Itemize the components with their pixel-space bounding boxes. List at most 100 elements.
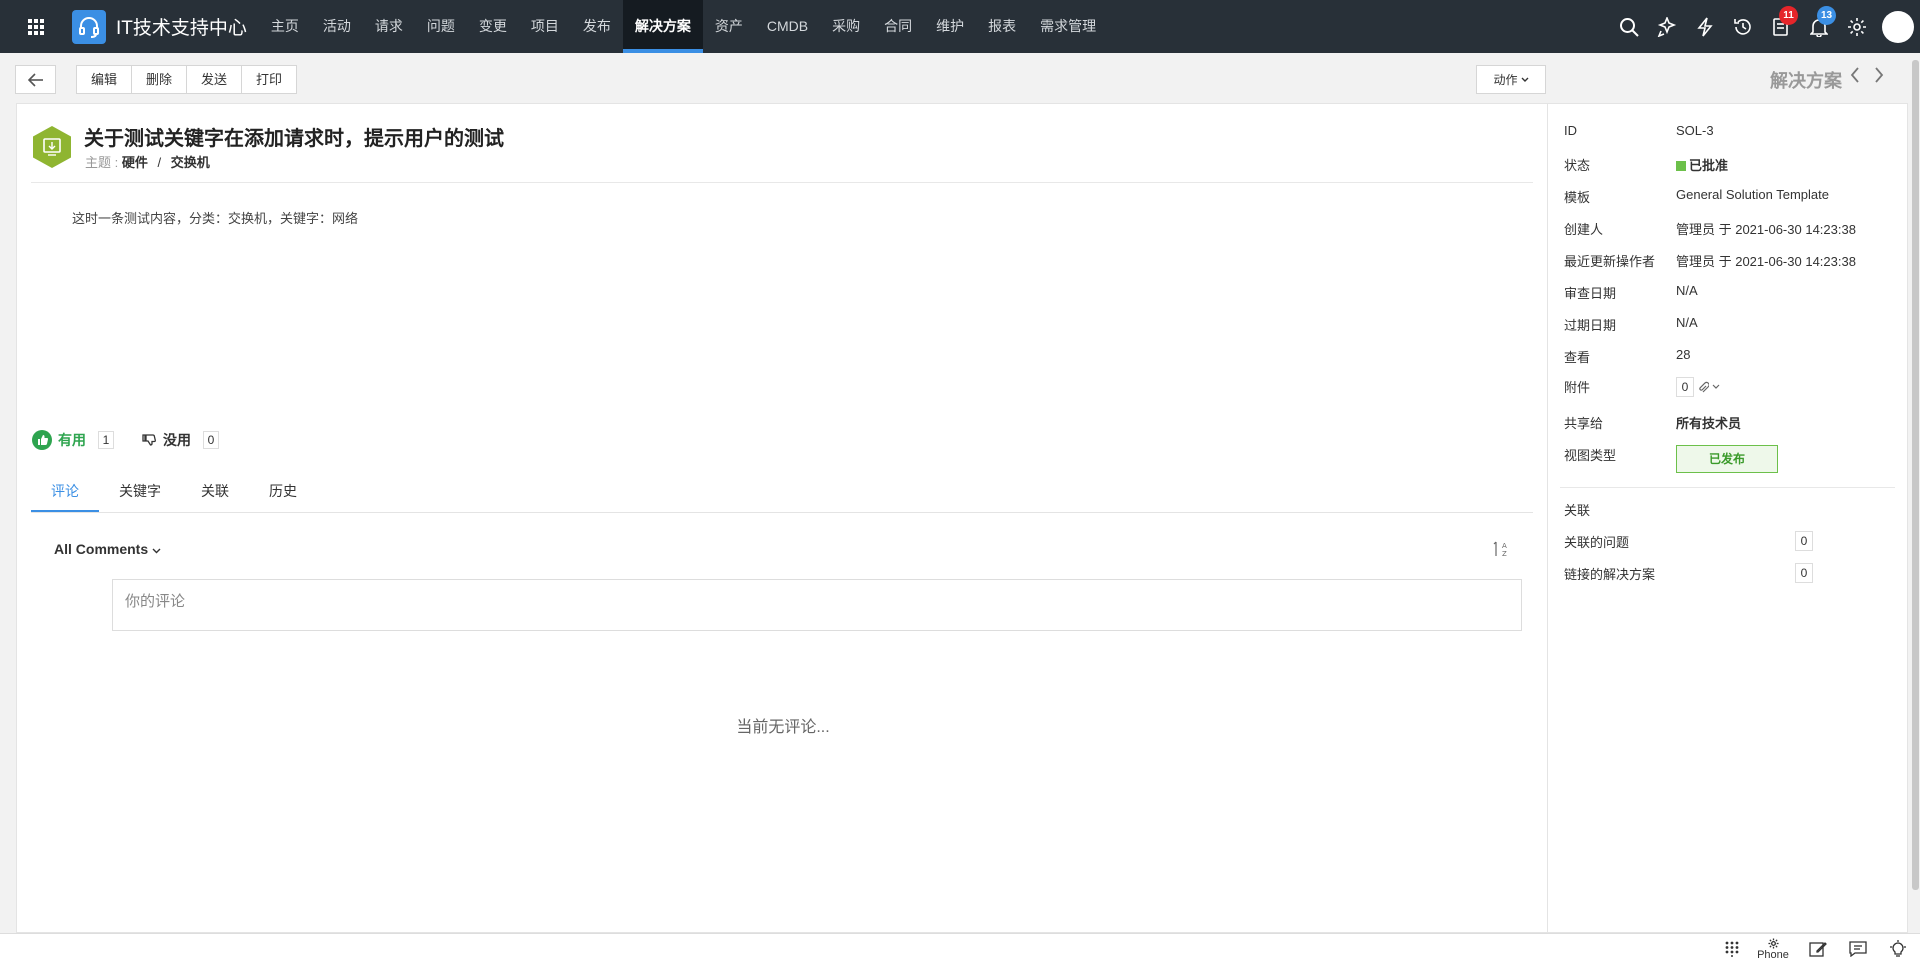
avatar[interactable] bbox=[1882, 10, 1914, 43]
property-updater: 最近更新操作者 管理员 于 2021-06-30 14:23:38 bbox=[1564, 251, 1904, 270]
relation-problems-count[interactable]: 0 bbox=[1795, 531, 1813, 551]
bottom-bar: Phone bbox=[0, 933, 1920, 963]
property-value: General Solution Template bbox=[1676, 187, 1829, 202]
sort-icon[interactable]: A Z bbox=[1492, 539, 1512, 559]
relations-divider bbox=[1560, 487, 1895, 488]
property-creator: 创建人 管理员 于 2021-06-30 14:23:38 bbox=[1564, 219, 1904, 238]
properties-panel: ID SOL-3 状态 已批准 模板 General Solution Temp… bbox=[1548, 103, 1908, 933]
solution-detail-panel: 关于测试关键字在添加请求时，提示用户的测试 主题 : 硬件 / 交换机 这时一条… bbox=[16, 103, 1570, 933]
property-value: 管理员 于 2021-06-30 14:23:38 bbox=[1676, 222, 1856, 237]
relation-solutions: 链接的解决方案 0 bbox=[1564, 563, 1904, 583]
property-status: 状态 已批准 bbox=[1564, 155, 1904, 174]
menu-item-demand[interactable]: 需求管理 bbox=[1028, 0, 1108, 53]
comment-input[interactable]: 你的评论 bbox=[112, 579, 1522, 631]
send-button[interactable]: 发送 bbox=[187, 66, 243, 93]
property-value: SOL-3 bbox=[1676, 123, 1714, 138]
useful-vote[interactable]: 有用 1 bbox=[32, 430, 114, 450]
tab-relations[interactable]: 关联 bbox=[181, 470, 249, 512]
notifications-badge: 13 bbox=[1817, 6, 1836, 25]
status-value: 已批准 bbox=[1689, 158, 1729, 173]
menu-item-releases[interactable]: 发布 bbox=[571, 0, 623, 53]
attachments-control[interactable]: 0 bbox=[1676, 377, 1720, 397]
subject-label: 主题 : bbox=[85, 155, 119, 170]
menu-item-cmdb[interactable]: CMDB bbox=[755, 0, 820, 53]
subject-breadcrumb: 主题 : 硬件 / 交换机 bbox=[85, 152, 210, 171]
chat-icon[interactable] bbox=[1848, 934, 1868, 963]
property-value: 所有技术员 bbox=[1676, 416, 1742, 431]
edit-button[interactable]: 编辑 bbox=[77, 66, 133, 93]
back-button[interactable] bbox=[15, 65, 56, 94]
menu-item-projects[interactable]: 项目 bbox=[519, 0, 571, 53]
headset-logo-icon[interactable] bbox=[72, 9, 106, 44]
delete-button[interactable]: 删除 bbox=[132, 66, 188, 93]
menu-item-requests[interactable]: 请求 bbox=[363, 0, 415, 53]
property-label: 状态 bbox=[1564, 158, 1591, 173]
property-value: N/A bbox=[1676, 315, 1698, 330]
menu-item-home[interactable]: 主页 bbox=[259, 0, 311, 53]
property-label: 链接的解决方案 bbox=[1564, 566, 1656, 582]
property-label: ID bbox=[1564, 123, 1577, 138]
next-icon[interactable] bbox=[1874, 67, 1884, 88]
scrollbar[interactable] bbox=[1912, 60, 1919, 890]
top-navigation: IT技术支持中心 主页 活动 请求 问题 变更 项目 发布 解决方案 资产 CM… bbox=[0, 0, 1920, 53]
gear-icon[interactable] bbox=[1838, 0, 1876, 53]
solution-hexagon-icon bbox=[33, 126, 71, 168]
useless-count: 0 bbox=[203, 431, 219, 449]
thumbs-up-icon bbox=[32, 430, 52, 450]
empty-comments-message: 当前无评论... bbox=[736, 719, 830, 736]
svg-text:A: A bbox=[1502, 542, 1507, 550]
comment-filter-label: All Comments bbox=[54, 541, 149, 557]
status-badge: 已批准 bbox=[1676, 155, 1728, 174]
property-view-type: 视图类型 已发布 bbox=[1564, 445, 1904, 473]
property-label: 过期日期 bbox=[1564, 318, 1617, 333]
menu-item-maintenance[interactable]: 维护 bbox=[924, 0, 976, 53]
property-value: N/A bbox=[1676, 283, 1698, 298]
print-button[interactable]: 打印 bbox=[242, 66, 296, 93]
tasks-icon[interactable]: 11 bbox=[1762, 0, 1800, 53]
property-label: 视图类型 bbox=[1564, 448, 1617, 463]
actions-dropdown[interactable]: 动作 bbox=[1476, 65, 1546, 94]
menu-item-changes[interactable]: 变更 bbox=[467, 0, 519, 53]
menu-item-contracts[interactable]: 合同 bbox=[872, 0, 924, 53]
menu-item-problems[interactable]: 问题 bbox=[415, 0, 467, 53]
apps-grid-icon[interactable] bbox=[0, 0, 72, 53]
section-title: 解决方案 bbox=[1770, 71, 1842, 91]
subject-category: 硬件 bbox=[121, 155, 148, 170]
tab-keywords[interactable]: 关键字 bbox=[99, 470, 181, 512]
property-label: 关联的问题 bbox=[1564, 534, 1630, 550]
page-title: 关于测试关键字在添加请求时，提示用户的测试 bbox=[84, 128, 504, 150]
relation-solutions-count[interactable]: 0 bbox=[1795, 563, 1813, 583]
property-label: 创建人 bbox=[1564, 222, 1604, 237]
tab-history[interactable]: 历史 bbox=[249, 470, 317, 512]
menu-item-purchase[interactable]: 采购 bbox=[820, 0, 872, 53]
dialpad-icon[interactable] bbox=[1724, 934, 1740, 963]
toolbar: 编辑 删除 发送 打印 动作 解决方案 bbox=[0, 53, 1920, 103]
phone-settings-button[interactable]: Phone bbox=[1754, 934, 1792, 963]
property-shared-with: 共享给 所有技术员 bbox=[1564, 413, 1904, 432]
solution-description: 这时一条测试内容，分类：交换机，关键字：网络 bbox=[72, 211, 359, 226]
bell-icon[interactable]: 13 bbox=[1800, 0, 1838, 53]
useless-vote[interactable]: 没用 0 bbox=[141, 430, 219, 450]
tab-comments[interactable]: 评论 bbox=[31, 470, 99, 512]
actions-label: 动作 bbox=[1493, 73, 1518, 87]
edit-note-icon[interactable] bbox=[1808, 934, 1828, 963]
quick-create-icon[interactable] bbox=[1648, 0, 1686, 53]
attachments-count: 0 bbox=[1676, 377, 1694, 397]
history-icon[interactable] bbox=[1724, 0, 1762, 53]
property-expiry-date: 过期日期 N/A bbox=[1564, 315, 1904, 334]
action-button-group: 编辑 删除 发送 打印 bbox=[76, 65, 298, 94]
comment-filter-dropdown[interactable]: All Comments bbox=[54, 541, 161, 557]
brand-title[interactable]: IT技术支持中心 bbox=[116, 13, 247, 40]
lightbulb-icon[interactable] bbox=[1888, 934, 1908, 963]
chevron-down-icon bbox=[1712, 384, 1720, 389]
previous-icon[interactable] bbox=[1850, 67, 1860, 88]
property-value: 管理员 于 2021-06-30 14:23:38 bbox=[1676, 254, 1856, 269]
menu-item-assets[interactable]: 资产 bbox=[703, 0, 755, 53]
menu-item-activities[interactable]: 活动 bbox=[311, 0, 363, 53]
gear-icon bbox=[1767, 937, 1779, 949]
menu-item-solutions[interactable]: 解决方案 bbox=[622, 0, 703, 53]
lightning-icon[interactable] bbox=[1686, 0, 1724, 53]
main-menu: 主页 活动 请求 问题 变更 项目 发布 解决方案 资产 CMDB 采购 合同 … bbox=[259, 0, 1108, 53]
menu-item-reports[interactable]: 报表 bbox=[976, 0, 1028, 53]
search-icon[interactable] bbox=[1610, 0, 1648, 53]
